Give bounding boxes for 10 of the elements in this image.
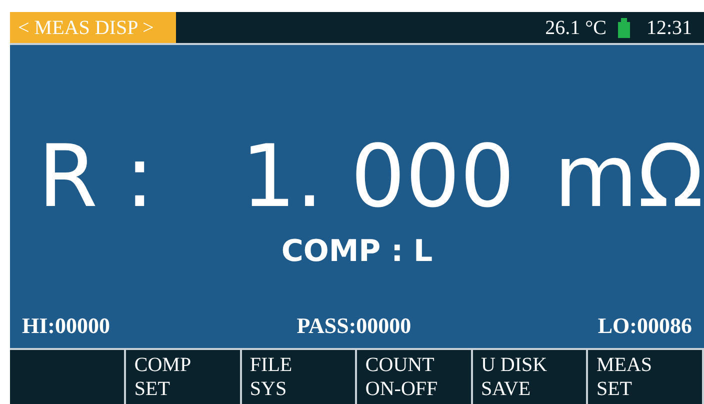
counter-label: PASS:00000 (296, 312, 412, 340)
counter-label: LO:00086 (598, 312, 692, 340)
comparison-result: COMP : L (281, 233, 433, 271)
temperature-reading: 26.1 °C (545, 16, 606, 40)
counter-label: HI:00000 (22, 312, 110, 340)
clock-time: 12:31 (646, 16, 692, 40)
screen-title: < MEAS DISP > (10, 12, 176, 43)
measured-value: 1. 000 (240, 134, 516, 220)
unit-label: mΩ (554, 134, 704, 220)
parameter-label: R : (38, 134, 156, 220)
